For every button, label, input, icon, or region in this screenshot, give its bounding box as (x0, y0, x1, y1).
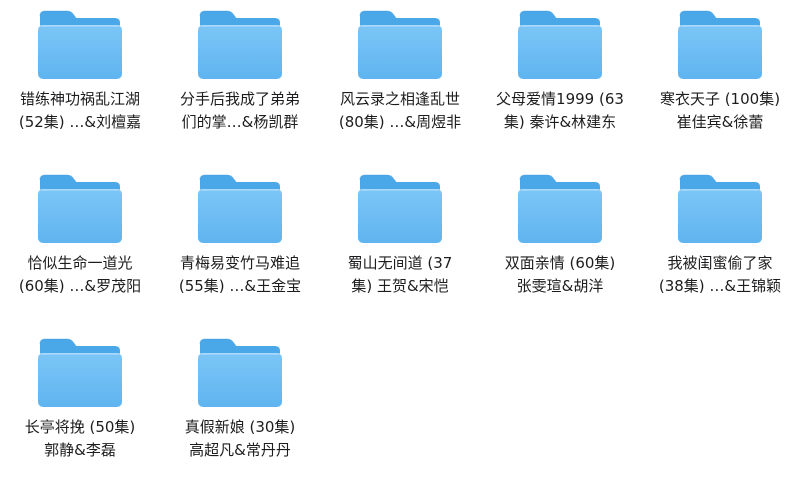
folder-item[interactable]: 我被闺蜜偷了家 (38集) …&王锦颖 (640, 164, 800, 324)
folder-label: 恰似生命一道光 (60集) …&罗茂阳 (0, 252, 160, 298)
folder-label-line1: 风云录之相逢乱世 (339, 90, 460, 108)
folder-item[interactable]: 青梅易变竹马难追 (55集) …&王金宝 (160, 164, 320, 324)
folder-label-line2: (80集) …&周煜非 (338, 113, 462, 131)
folder-label: 错练神功祸乱江湖 (52集) …&刘檀嘉 (0, 88, 160, 134)
folder-label-line2: 们的掌…&杨凯群 (181, 113, 299, 131)
folder-label-line2: 集) 秦许&林建东 (503, 113, 617, 131)
folder-label-line1: 长亭将挽 (50集) (24, 418, 136, 436)
folder-item[interactable]: 分手后我成了弟弟 们的掌…&杨凯群 (160, 0, 320, 160)
folder-label-line1: 蜀山无间道 (37 (347, 254, 453, 272)
folder-icon (36, 8, 124, 80)
folder-label: 蜀山无间道 (37 集) 王贺&宋恺 (320, 252, 480, 298)
folder-icon (676, 172, 764, 244)
folder-item[interactable]: 双面亲情 (60集) 张雯瑄&胡洋 (480, 164, 640, 324)
folder-item[interactable]: 父母爱情1999 (63 集) 秦许&林建东 (480, 0, 640, 160)
folder-icon (36, 172, 124, 244)
folder-label: 分手后我成了弟弟 们的掌…&杨凯群 (160, 88, 320, 134)
folder-item[interactable]: 蜀山无间道 (37 集) 王贺&宋恺 (320, 164, 480, 324)
folder-icon (676, 8, 764, 80)
folder-icon (516, 8, 604, 80)
folder-label: 父母爱情1999 (63 集) 秦许&林建东 (480, 88, 640, 134)
folder-label-line1: 真假新娘 (30集) (184, 418, 296, 436)
folder-label: 青梅易变竹马难追 (55集) …&王金宝 (160, 252, 320, 298)
folder-label-line1: 分手后我成了弟弟 (179, 90, 300, 108)
folder-label-line2: (55集) …&王金宝 (178, 277, 302, 295)
folder-label: 真假新娘 (30集) 高超凡&常丹丹 (160, 416, 320, 462)
folder-icon (36, 336, 124, 408)
folder-label-line2: 高超凡&常丹丹 (189, 441, 291, 459)
folder-label-line1: 父母爱情1999 (63 (496, 90, 624, 108)
folder-label-line1: 恰似生命一道光 (27, 254, 133, 272)
folder-label-line1: 青梅易变竹马难追 (179, 254, 300, 272)
folder-icon (356, 172, 444, 244)
folder-item[interactable]: 长亭将挽 (50集) 郭静&李磊 (0, 328, 160, 488)
folder-label: 双面亲情 (60集) 张雯瑄&胡洋 (480, 252, 640, 298)
folder-item[interactable]: 错练神功祸乱江湖 (52集) …&刘檀嘉 (0, 0, 160, 160)
folder-label-line2: (38集) …&王锦颖 (658, 277, 782, 295)
folder-label-line2: (60集) …&罗茂阳 (18, 277, 142, 295)
folder-icon (516, 172, 604, 244)
folder-item[interactable]: 寒衣天子 (100集) 崔佳宾&徐蕾 (640, 0, 800, 160)
folder-label-line1: 双面亲情 (60集) (504, 254, 616, 272)
folder-label-line2: 集) 王贺&宋恺 (351, 277, 449, 295)
folder-label-line2: 崔佳宾&徐蕾 (676, 113, 764, 131)
folder-label: 长亭将挽 (50集) 郭静&李磊 (0, 416, 160, 462)
folder-label: 风云录之相逢乱世 (80集) …&周煜非 (320, 88, 480, 134)
folder-label-line2: (52集) …&刘檀嘉 (18, 113, 142, 131)
folder-icon (356, 8, 444, 80)
folder-grid: 错练神功祸乱江湖 (52集) …&刘檀嘉 分手后我成了弟弟 们的掌…&杨凯群 风… (0, 0, 800, 489)
folder-item[interactable]: 恰似生命一道光 (60集) …&罗茂阳 (0, 164, 160, 324)
folder-label-line1: 我被闺蜜偷了家 (667, 254, 773, 272)
folder-label-line2: 张雯瑄&胡洋 (516, 277, 604, 295)
folder-label: 我被闺蜜偷了家 (38集) …&王锦颖 (640, 252, 800, 298)
folder-icon (196, 172, 284, 244)
folder-label-line2: 郭静&李磊 (44, 441, 116, 459)
folder-item[interactable]: 风云录之相逢乱世 (80集) …&周煜非 (320, 0, 480, 160)
folder-label-line1: 错练神功祸乱江湖 (19, 90, 140, 108)
folder-label-line1: 寒衣天子 (100集) (659, 90, 781, 108)
folder-icon (196, 8, 284, 80)
folder-item[interactable]: 真假新娘 (30集) 高超凡&常丹丹 (160, 328, 320, 488)
folder-label: 寒衣天子 (100集) 崔佳宾&徐蕾 (640, 88, 800, 134)
folder-icon (196, 336, 284, 408)
